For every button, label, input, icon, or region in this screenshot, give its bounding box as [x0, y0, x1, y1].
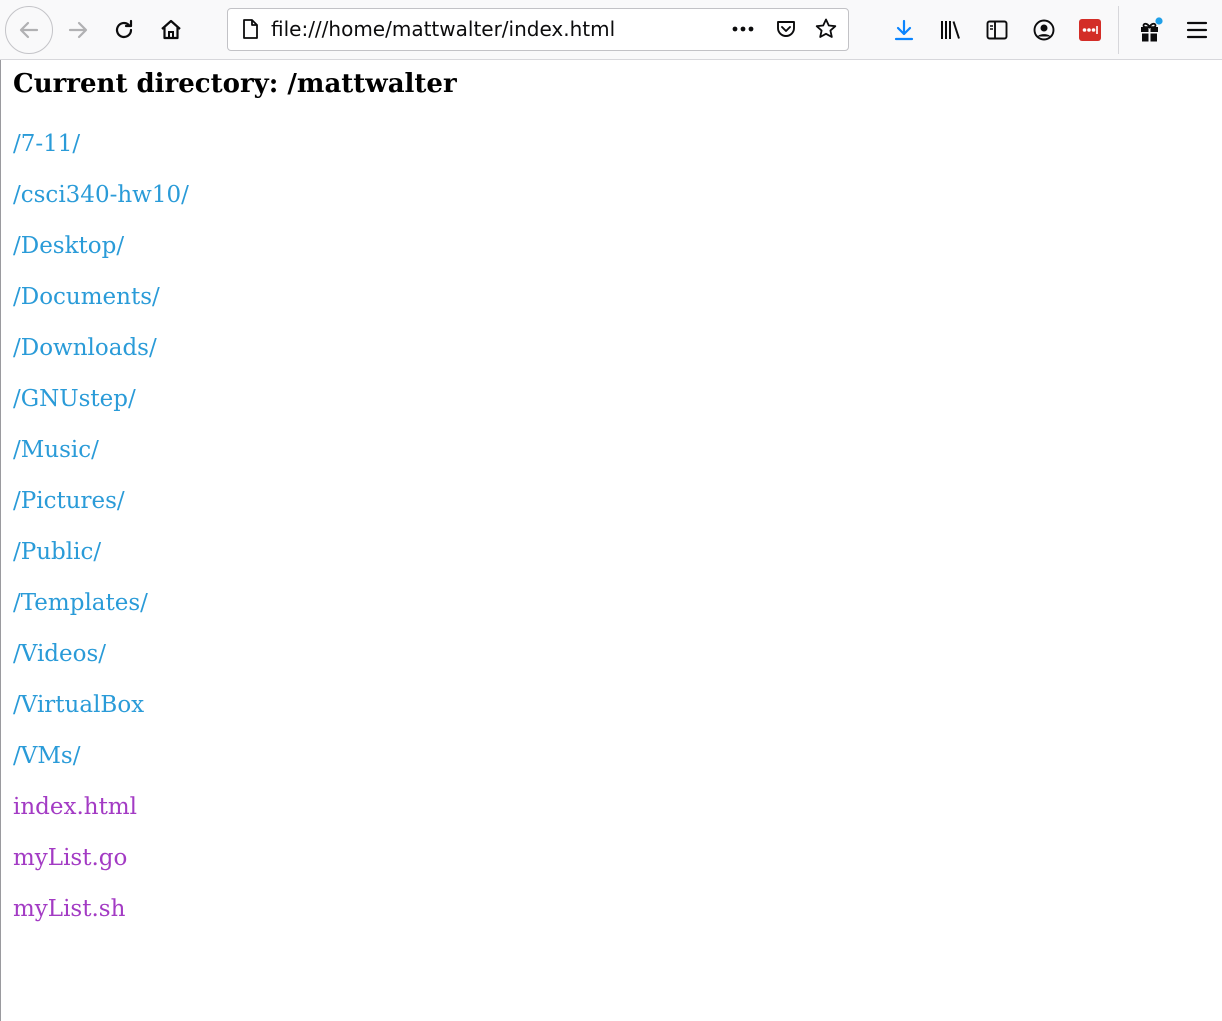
whats-new-button[interactable]: [1133, 12, 1169, 48]
directory-link[interactable]: /Downloads/: [13, 335, 157, 361]
page-icon: [243, 19, 258, 39]
gift-icon: [1141, 17, 1163, 42]
directory-link[interactable]: /Templates/: [13, 590, 148, 616]
directory-link[interactable]: /Desktop/: [13, 233, 124, 259]
main-menu-button[interactable]: [1179, 12, 1215, 48]
list-item: /GNUstep/: [13, 384, 189, 435]
lastpass-icon: [1079, 19, 1101, 41]
directory-link[interactable]: /Pictures/: [13, 488, 125, 514]
sidebar-button[interactable]: [979, 12, 1015, 48]
url-bar[interactable]: file:///home/mattwalter/index.html: [227, 8, 849, 51]
star-icon: [815, 18, 837, 38]
file-link[interactable]: index.html: [13, 794, 137, 820]
list-item: myList.go: [13, 843, 189, 894]
back-arrow-icon: [19, 21, 39, 39]
directory-link[interactable]: /Public/: [13, 539, 101, 565]
list-item: /Music/: [13, 435, 189, 486]
download-icon: [894, 19, 914, 41]
list-item: /Videos/: [13, 639, 189, 690]
home-button[interactable]: [153, 12, 189, 48]
list-item: /Pictures/: [13, 486, 189, 537]
directory-link[interactable]: /Videos/: [13, 641, 106, 667]
directory-listing: /7-11/ /csci340-hw10/ /Desktop/ /Documents/…: [13, 129, 189, 945]
list-item: myList.sh: [13, 894, 189, 945]
toolbar-separator: [1118, 6, 1119, 54]
home-icon: [161, 19, 181, 40]
reload-icon: [115, 19, 133, 39]
lastpass-extension-button[interactable]: [1072, 12, 1108, 48]
directory-link[interactable]: /7-11/: [13, 131, 80, 157]
list-item: /Downloads/: [13, 333, 189, 384]
sidebar-icon: [986, 20, 1008, 40]
list-item: /Desktop/: [13, 231, 189, 282]
pocket-icon: [777, 21, 795, 37]
list-item: /7-11/: [13, 129, 189, 180]
list-item: /Public/: [13, 537, 189, 588]
browser-toolbar: file:///home/mattwalter/index.html: [0, 0, 1222, 60]
account-icon: [1033, 19, 1055, 41]
page-actions-button[interactable]: [728, 14, 758, 44]
directory-link[interactable]: /csci340-hw10/: [13, 182, 189, 208]
pocket-button[interactable]: [771, 14, 801, 44]
account-button[interactable]: [1026, 12, 1062, 48]
page-content: Current directory: /mattwalter /7-11/ /cs…: [0, 60, 1222, 1021]
bookmark-button[interactable]: [811, 14, 841, 44]
list-item: /VirtualBox: [13, 690, 189, 741]
library-icon: [941, 21, 960, 39]
more-dots-icon: [732, 26, 754, 32]
url-text[interactable]: file:///home/mattwalter/index.html: [271, 9, 615, 50]
hamburger-menu-icon: [1186, 21, 1208, 39]
list-item: /VMs/: [13, 741, 189, 792]
list-item: /Templates/: [13, 588, 189, 639]
library-button[interactable]: [933, 12, 969, 48]
directory-link[interactable]: /Music/: [13, 437, 99, 463]
directory-link[interactable]: /Documents/: [13, 284, 160, 310]
page-title: Current directory: /mattwalter: [13, 69, 457, 99]
directory-link[interactable]: /VMs/: [13, 743, 80, 769]
back-button[interactable]: [5, 6, 53, 54]
file-link[interactable]: myList.sh: [13, 896, 125, 922]
list-item: /Documents/: [13, 282, 189, 333]
directory-link[interactable]: /VirtualBox: [13, 692, 144, 718]
list-item: index.html: [13, 792, 189, 843]
reload-button[interactable]: [106, 12, 142, 48]
file-link[interactable]: myList.go: [13, 845, 127, 871]
directory-link[interactable]: /GNUstep/: [13, 386, 136, 412]
list-item: /csci340-hw10/: [13, 180, 189, 231]
page-info-button[interactable]: [235, 14, 265, 44]
forward-arrow-icon: [68, 21, 88, 39]
forward-button[interactable]: [60, 12, 96, 48]
downloads-button[interactable]: [886, 12, 922, 48]
